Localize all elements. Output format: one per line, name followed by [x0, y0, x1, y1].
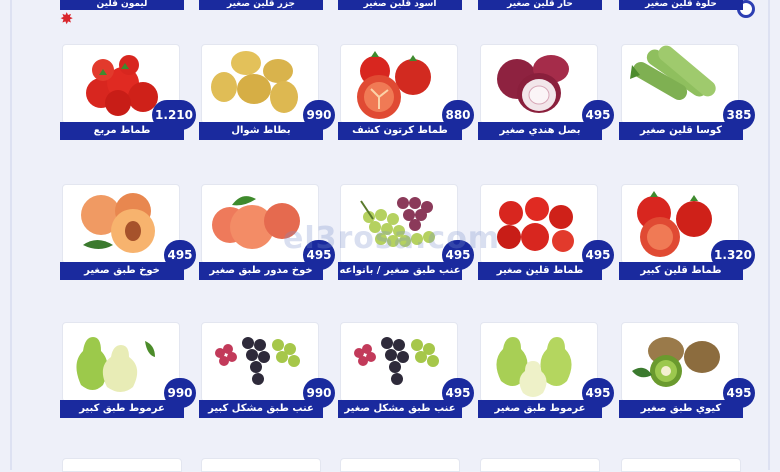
product-label: جزر قلين صغير: [199, 0, 323, 10]
product-label: عنب طبق صغير / بانواعه: [338, 262, 462, 280]
product-label: عرموط طبق صغير: [478, 400, 602, 418]
product-photo: [621, 322, 739, 402]
product-label: طماط كرتون كشف: [338, 122, 462, 140]
page-border-left: [10, 0, 12, 470]
potato-icon: [211, 51, 298, 113]
product-label: ليمون قلين: [60, 0, 184, 10]
product-photo: [62, 184, 180, 264]
product-label: اسود قلين صغير: [338, 0, 462, 10]
product-photo: [480, 44, 598, 124]
product-photo: [201, 322, 319, 402]
product-photo: [621, 44, 739, 124]
product-label: طماط مربع: [60, 122, 184, 140]
pear-icon: [76, 337, 155, 392]
product-photo: [340, 44, 458, 124]
product-label: كوسا قلين صغير: [619, 122, 743, 140]
product-label: عنب طبق مشكل صغير: [338, 400, 462, 418]
watermark: el3rosa.com: [283, 221, 501, 256]
product-label: خوخ طبق صغير: [60, 262, 184, 280]
grapes-assorted-icon: [215, 337, 300, 385]
page-border-right: [768, 0, 770, 470]
product-label: عرموط طبق كبير: [60, 400, 184, 418]
grapes-assorted-small-icon: [354, 337, 439, 385]
star-icon: ✸: [60, 9, 74, 28]
product-label: حار قلين صغير: [478, 0, 602, 10]
product-label: عنب طبق مشكل كبير: [199, 400, 323, 418]
product-label: بطاط شوال: [199, 122, 323, 140]
product-label: خوخ مدور طبق صغير: [199, 262, 323, 280]
red-onion-icon: [497, 55, 569, 113]
price-list-page: ✸ ليمون قلين جزر قلين صغير اسود قلين صغي…: [0, 0, 780, 472]
kiwi-icon: [632, 337, 720, 387]
product-label: طماط قلين كبير: [619, 262, 743, 280]
pear-small-icon: [496, 337, 572, 397]
product-label: بصل هندي صغير: [478, 122, 602, 140]
product-photo: [62, 322, 180, 402]
product-label: طماط قلين صغير: [478, 262, 602, 280]
product-label: كيوي طبق صغير: [619, 400, 743, 418]
tomato-sliced-icon: [357, 51, 431, 119]
product-photo: [340, 322, 458, 402]
peach-icon: [81, 193, 155, 253]
zucchini-icon: [630, 45, 716, 100]
product-photo: [201, 44, 319, 124]
product-photo: [480, 322, 598, 402]
product-label: حلوة قلين صغير: [619, 0, 743, 10]
